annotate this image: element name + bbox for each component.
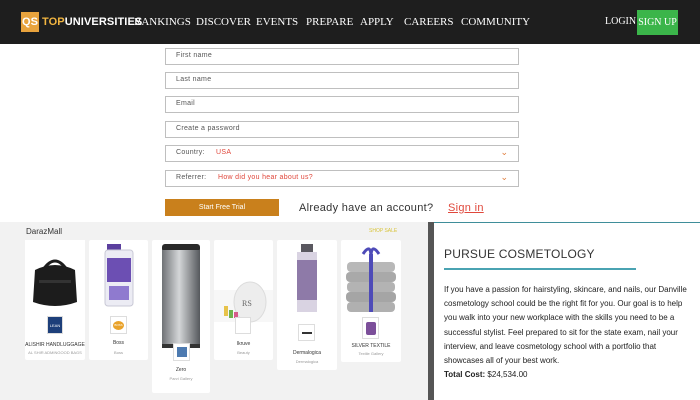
steel-bin-image [162, 244, 200, 348]
product-brand-logo [298, 324, 315, 341]
signup-button[interactable]: SIGN UP [637, 10, 678, 35]
email-field[interactable]: Email [165, 96, 519, 113]
chevron-down-icon: ⌄ [500, 172, 508, 182]
referrer-label: Referrer: [176, 174, 207, 181]
referrer-select[interactable]: Referrer: How did you hear about us? ⌄ [165, 170, 519, 187]
product-title: Zero [175, 367, 187, 373]
product-subtitle: Boss [114, 350, 123, 355]
logo-word-top: TOP [42, 16, 65, 28]
product-brand-logo: BOSS [110, 316, 127, 334]
email-placeholder: Email [176, 100, 196, 107]
product-title: ALISHIR HANDLUGGAGE [25, 342, 85, 348]
serum-bottle-image [297, 244, 317, 312]
country-label: Country: [176, 149, 205, 156]
svg-text:RS: RS [242, 299, 252, 308]
product-card[interactable]: RS Ikruve Beauty [214, 240, 273, 360]
site-logo[interactable]: TOPUNIVERSITIES [42, 16, 142, 28]
detergent-bottle-image [104, 244, 134, 307]
product-card[interactable]: SILVER TEXTILE Textile Gallery [341, 240, 401, 362]
start-free-trial-button[interactable]: Start Free Trial [165, 199, 279, 216]
product-subtitle: Dermalogica [295, 359, 319, 364]
country-select[interactable]: Country: USA ⌄ [165, 145, 519, 162]
referrer-value: How did you hear about us? [218, 174, 313, 181]
product-title: Ikruve [236, 341, 251, 347]
product-card[interactable]: Dermalogica Dermalogica [277, 240, 337, 370]
total-cost-label: Total Cost: [444, 370, 486, 379]
nav-prepare[interactable]: PREPARE [306, 16, 353, 28]
boss-logo-mark: BOSS [113, 321, 124, 330]
last-name-field[interactable]: Last name [165, 72, 519, 89]
qs-logo-icon[interactable]: QS [21, 12, 39, 32]
course-description: If you have a passion for hairstyling, s… [444, 285, 687, 366]
luggage-bag-image [25, 240, 85, 315]
title-underline [444, 268, 636, 270]
product-subtitle: Parvi Gallery [169, 376, 193, 381]
login-link[interactable]: LOGIN [605, 16, 636, 27]
first-name-field[interactable]: First name [165, 48, 519, 65]
password-placeholder: Create a password [176, 125, 240, 132]
nav-apply[interactable]: APPLY [360, 16, 394, 28]
product-card[interactable]: LEAN ALISHIR HANDLUGGAGE AL SHIR ADMINGO… [25, 240, 85, 360]
first-name-placeholder: First name [176, 52, 213, 59]
account-prompt: Already have an account? [299, 202, 434, 214]
course-title: PURSUE COSMETOLOGY [444, 247, 595, 261]
last-name-placeholder: Last name [176, 76, 212, 83]
total-cost-value: $24,534.00 [487, 370, 528, 379]
towel-stack-image [346, 247, 396, 312]
top-navigation-bar: QS TOPUNIVERSITIES RANKINGS DISCOVER EVE… [0, 0, 700, 44]
product-brand-logo [173, 343, 190, 361]
nav-community[interactable]: COMMUNITY [461, 16, 530, 28]
ad-brand-label: DarazMall [26, 227, 63, 236]
product-brand-logo [235, 317, 251, 334]
nav-careers[interactable]: CAREERS [404, 16, 454, 28]
product-title: Dermalogica [292, 350, 322, 356]
chevron-down-icon: ⌄ [500, 147, 508, 157]
product-brand-logo [362, 317, 379, 339]
product-title: Boss [112, 340, 125, 346]
product-subtitle: Beauty [237, 350, 250, 355]
product-subtitle: Textile Gallery [358, 351, 384, 356]
ad-shop-link[interactable]: SHOP SALE [369, 228, 397, 234]
nav-discover[interactable]: DISCOVER [196, 16, 251, 28]
nav-events[interactable]: EVENTS [256, 16, 298, 28]
product-title: SILVER TEXTILE [351, 343, 391, 349]
password-field[interactable]: Create a password [165, 121, 519, 138]
country-value: USA [216, 149, 232, 156]
nav-rankings[interactable]: RANKINGS [134, 16, 191, 28]
product-card[interactable]: Zero Parvi Gallery [152, 240, 210, 393]
product-brand-logo: LEAN [47, 316, 63, 334]
sign-in-link[interactable]: Sign in [448, 202, 484, 214]
total-cost: Total Cost: $24,534.00 [444, 370, 527, 379]
product-subtitle: AL SHIR ADMINGOOD BAGS [28, 350, 82, 355]
logo-word-universities: UNIVERSITIES [64, 16, 143, 28]
product-card[interactable]: BOSS Boss Boss [89, 240, 148, 360]
